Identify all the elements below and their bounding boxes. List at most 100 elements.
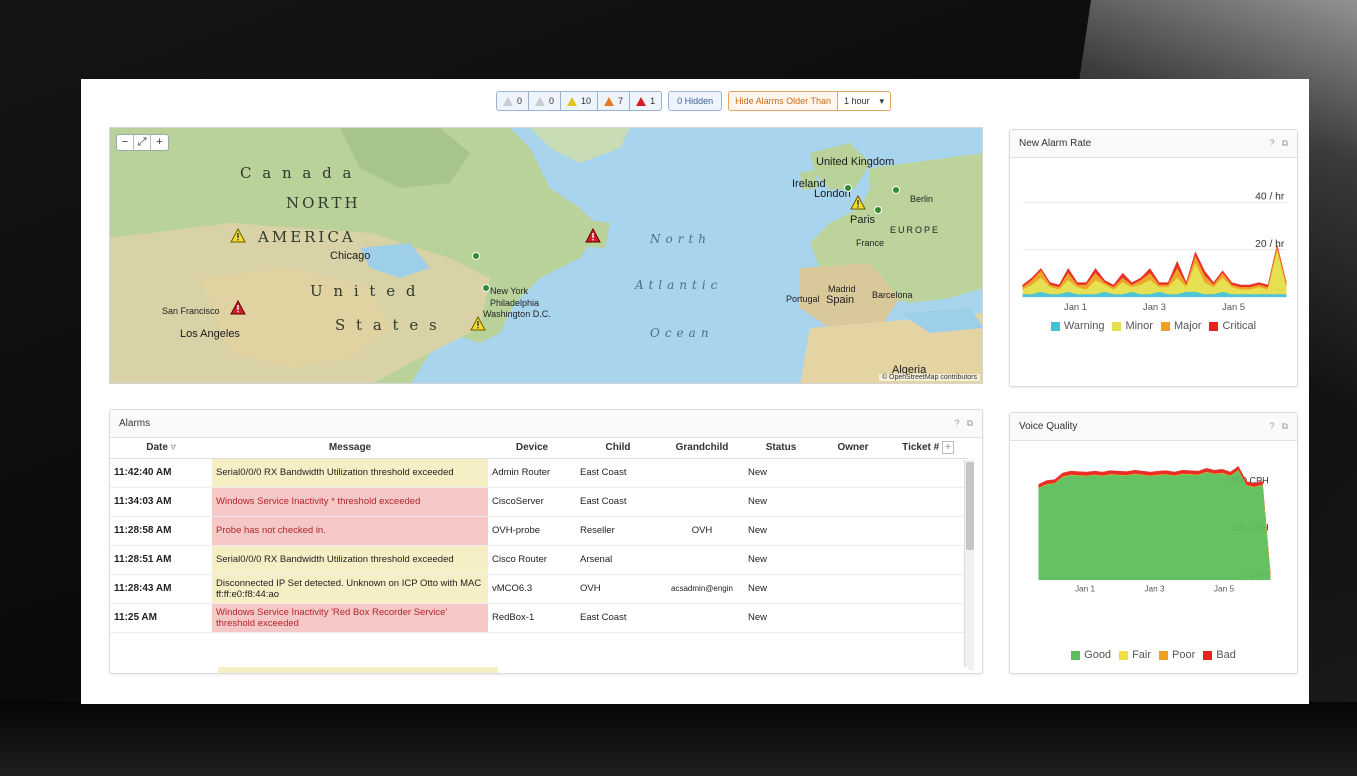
alarm-child: East Coast [576,487,660,517]
legend-item-good[interactable]: Good [1071,649,1111,661]
alarm-rate-chart[interactable]: 0 / hr20 / hr40 / hrJan 1Jan 3Jan 5 [1014,160,1295,310]
legend-item-poor[interactable]: Poor [1159,649,1195,661]
column-header-label: Ticket # [902,442,940,454]
severity-count: 0 [549,96,555,106]
severity-filter-major[interactable]: 7 [598,92,631,110]
severity-filter-group: 0 0 10 7 1 [496,91,663,111]
popout-icon[interactable]: ⧉ [1282,421,1288,432]
alarm-child: OVH [576,574,660,604]
alarm-grandchild: acsadmin@engin [660,574,744,604]
table-scrollbar[interactable] [964,460,974,670]
device-ok-marker[interactable] [844,184,852,192]
map-attribution[interactable]: © OpenStreetMap contributors [878,374,980,381]
city-label-berlin: Berlin [910,194,934,204]
alarms-panel-title: Alarms [119,418,151,429]
severity-filter-minor[interactable]: 10 [561,92,599,110]
alarm-device[interactable]: Cisco Router [488,545,576,575]
x-tick-label: Jan 3 [1143,302,1166,310]
column-header-device[interactable]: Device [488,438,576,459]
alarm-filter-bar: 0 0 10 7 1 0 Hidden Hide Alarms Older Th… [496,91,892,111]
column-header-grandchild[interactable]: Grandchild [660,438,744,459]
alarm-time: 11:42:40 AM [110,458,212,488]
region-label-ocean: Ocean [650,326,714,340]
column-header-message[interactable]: Message [212,438,488,459]
column-header-date[interactable]: Date ▿ [110,438,212,459]
alarm-grandchild [660,545,744,575]
x-tick-label: Jan 5 [1222,302,1245,310]
minor-alarm-pin-icon[interactable] [850,195,866,210]
city-label-san-francisco: San Francisco [162,306,220,316]
alarm-message: Probe has not checked in. [212,516,488,546]
column-header-status[interactable]: Status [744,438,818,459]
minor-alarm-pin-icon[interactable] [470,316,486,331]
column-chooser-icon[interactable]: + [942,441,954,455]
device-ok-marker[interactable] [472,252,480,260]
zoom-in-button[interactable]: + [151,135,168,150]
table-row[interactable]: 11:34:03 AM Windows Service Inactivity *… [110,487,968,517]
severity-count: 10 [581,96,592,106]
alarm-message: Serial0/0/0 RX Bandwidth Utilization thr… [212,545,488,575]
hide-older-label: Hide Alarms Older Than [729,92,838,110]
column-header-ticket[interactable]: Ticket # + [888,438,968,459]
help-icon[interactable]: ? [1270,138,1275,149]
help-icon[interactable]: ? [955,418,960,429]
alarm-owner [818,545,888,575]
legend-item-fair[interactable]: Fair [1119,649,1151,661]
alarm-device[interactable]: CiscoServer [488,487,576,517]
alarm-ticket [888,603,968,633]
alarm-device[interactable]: Admin Router [488,458,576,488]
region-label-atlantic: Atlantic [635,278,723,292]
hide-older-select[interactable]: 1 hour ▾ [838,92,891,110]
legend-item-critical[interactable]: Critical [1209,320,1256,332]
alarm-map[interactable]: − ⤢ + C a n a d a NORTH AMERICA U n i t … [109,127,983,384]
zoom-reset-button[interactable]: ⤢ [134,135,151,150]
legend-item-warning[interactable]: Warning [1050,320,1105,332]
city-label-chicago: Chicago [330,250,371,262]
city-label-barcelona: Barcelona [872,290,913,300]
legend-label: Fair [1132,649,1152,661]
popout-icon[interactable]: ⧉ [967,418,973,429]
hidden-alarms-button[interactable]: 0 Hidden [668,91,723,111]
warning-triangle-icon [604,96,615,106]
panel-tools: ? ⧉ [1270,138,1288,149]
scrollbar-thumb[interactable] [966,462,974,550]
critical-alarm-pin-icon[interactable] [230,300,246,315]
voice-quality-chart[interactable]: 0 CPH500 CPH1000 CPHJan 1Jan 3Jan 5 [1014,443,1295,593]
popout-icon[interactable]: ⧉ [1282,138,1288,149]
zoom-out-button[interactable]: − [117,135,134,150]
severity-count: 0 [517,96,523,106]
alarm-rate-panel-header: New Alarm Rate ? ⧉ [1010,130,1297,158]
region-label-america: AMERICA [258,228,356,246]
legend-swatch [1209,321,1219,331]
city-label-spain: Spain [826,294,855,306]
alarm-device[interactable]: RedBox-1 [488,603,576,633]
device-ok-marker[interactable] [482,284,490,292]
alarm-time: 11:28:51 AM [110,545,212,575]
alarm-device[interactable]: vMCO6.3 [488,574,576,604]
severity-filter-critical[interactable]: 1 [630,92,661,110]
legend-label: Warning [1063,320,1105,332]
severity-filter-warning[interactable]: 0 [529,92,562,110]
device-ok-marker[interactable] [892,186,900,194]
legend-item-major[interactable]: Major [1160,320,1201,332]
table-row[interactable]: 11:28:51 AM Serial0/0/0 RX Bandwidth Uti… [110,545,968,575]
y-tick-label: 40 / hr [1255,192,1285,203]
column-header-child[interactable]: Child [576,438,660,459]
table-row[interactable]: 11:28:43 AM Disconnected IP Set detected… [110,574,968,604]
city-label-madrid: Madrid [828,284,856,294]
device-ok-marker[interactable] [874,206,882,214]
help-icon[interactable]: ? [1270,421,1275,432]
alarm-ticket [888,458,968,488]
legend-item-minor[interactable]: Minor [1112,320,1153,332]
column-header-owner[interactable]: Owner [818,438,888,459]
alarm-owner [818,487,888,517]
critical-alarm-pin-icon[interactable] [585,228,601,243]
table-row[interactable]: 11:42:40 AM Serial0/0/0 RX Bandwidth Uti… [110,458,968,488]
legend-item-bad[interactable]: Bad [1203,649,1236,661]
minor-alarm-pin-icon[interactable] [230,228,246,243]
table-row[interactable]: 11:25 AM Windows Service Inactivity 'Red… [110,603,968,633]
alarm-device[interactable]: OVH-probe [488,516,576,546]
severity-filter-cleared[interactable]: 0 [497,92,530,110]
voice-quality-panel-header: Voice Quality ? ⧉ [1010,413,1297,441]
table-row[interactable]: 11:28:58 AM Probe has not checked in. OV… [110,516,968,546]
